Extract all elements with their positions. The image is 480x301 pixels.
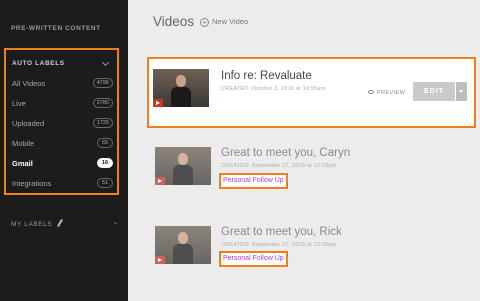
sidebar-item-label: Uploaded [12, 119, 45, 128]
count-badge: 65 [97, 138, 113, 148]
video-title[interactable]: Great to meet you, Caryn [221, 147, 350, 159]
video-title[interactable]: Great to meet you, Rick [221, 226, 342, 238]
video-title[interactable]: Info re: Revaluate [221, 70, 312, 82]
prewritten-content-heading[interactable]: PRE-WRITTEN CONTENT [11, 25, 111, 32]
play-icon [155, 177, 165, 185]
preview-label: PREVIEW [377, 90, 406, 96]
chevron-down-icon[interactable]: ⌄ [113, 218, 119, 226]
sidebar-item-label: Mobile [12, 139, 35, 148]
sidebar-item-label: All Videos [12, 79, 46, 88]
sidebar-item-all-videos[interactable]: All Videos 4796 [12, 77, 113, 91]
new-video-button[interactable]: + New Video [200, 17, 248, 27]
label-tag[interactable]: Personal Follow Up [219, 173, 288, 189]
video-thumbnail[interactable] [155, 147, 211, 185]
count-badge: 1725 [92, 118, 113, 128]
play-icon [155, 256, 165, 264]
video-card-selected[interactable]: Info re: Revaluate CREATED: October 3, 2… [147, 57, 476, 128]
play-icon [153, 99, 163, 107]
sidebar-item-mobile[interactable]: Mobile 65 [12, 137, 113, 151]
my-labels-label: MY LABELS [11, 221, 53, 228]
count-badge: 16 [97, 158, 113, 168]
sidebar-item-live[interactable]: Live 2780 [12, 97, 113, 111]
chevron-down-icon[interactable] [101, 58, 110, 67]
label-tag[interactable]: Personal Follow Up [219, 251, 288, 267]
sidebar: PRE-WRITTEN CONTENT AUTO LABELS All Vide… [0, 0, 128, 301]
sidebar-item-label: Live [12, 99, 26, 108]
auto-labels-header[interactable]: AUTO LABELS [12, 60, 65, 67]
sidebar-item-integrations[interactable]: Integrations 51 [12, 177, 113, 191]
count-badge: 51 [97, 178, 113, 188]
sidebar-item-label: Integrations [12, 179, 52, 188]
plus-icon: + [200, 18, 209, 27]
video-created: CREATED: September 27, 2016 at 12:29pm [221, 163, 337, 169]
count-badge: 4796 [92, 78, 113, 88]
caret-down-icon[interactable] [456, 82, 467, 101]
video-created: CREATED: October 3, 2016 at 10:55am [221, 86, 326, 92]
prewritten-content-label: PRE-WRITTEN CONTENT [11, 25, 101, 32]
person-image [173, 153, 193, 185]
auto-labels-panel: AUTO LABELS All Videos 4796 Live 2780 Up… [4, 48, 119, 195]
preview-button[interactable]: PREVIEW [368, 90, 405, 96]
pencil-icon[interactable] [56, 219, 63, 227]
new-video-label: New Video [212, 17, 249, 26]
video-thumbnail[interactable] [155, 226, 211, 264]
sidebar-item-uploaded[interactable]: Uploaded 1725 [12, 117, 113, 131]
video-created: CREATED: September 27, 2016 at 12:26pm [221, 242, 337, 248]
person-image [171, 75, 191, 107]
main-content: Videos + New Video Info re: Revaluate CRE… [128, 0, 480, 301]
my-labels-heading[interactable]: MY LABELS ⌄ [11, 219, 118, 228]
edit-button[interactable]: EDIT [413, 82, 455, 101]
sidebar-item-label: Gmail [12, 159, 33, 168]
count-badge: 2780 [92, 98, 113, 108]
person-image [173, 232, 193, 264]
sidebar-item-gmail[interactable]: Gmail 16 [12, 157, 113, 171]
eye-icon [368, 90, 374, 94]
page-title: Videos [153, 14, 195, 29]
video-thumbnail[interactable] [153, 69, 209, 107]
